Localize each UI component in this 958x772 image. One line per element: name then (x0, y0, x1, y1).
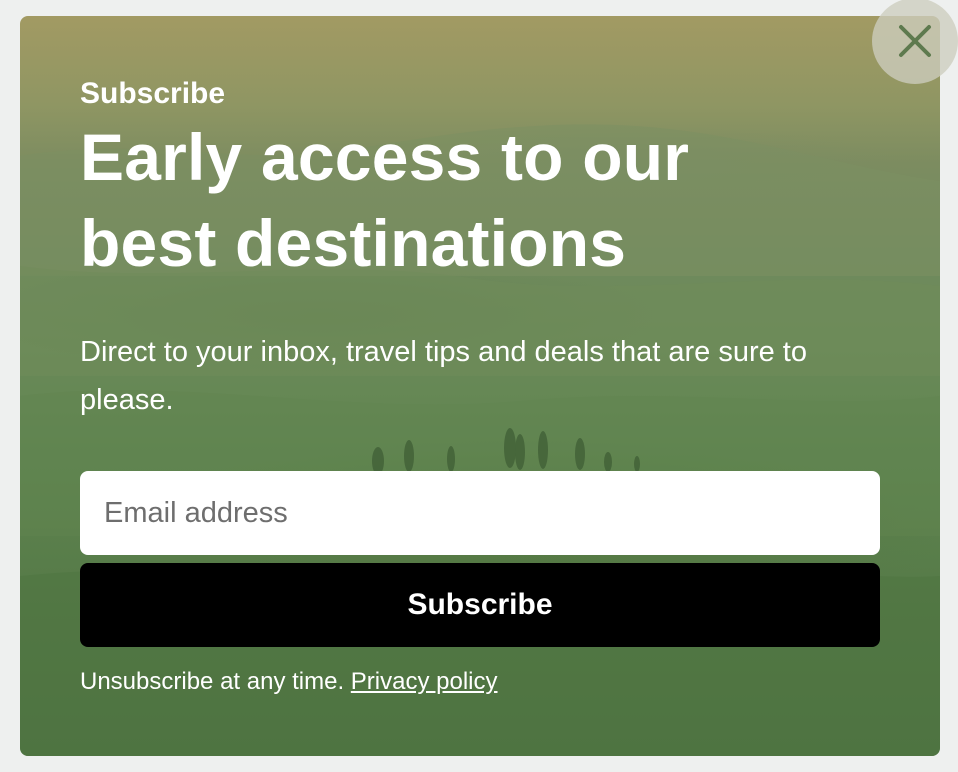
subscribe-modal: Subscribe Early access to our best desti… (20, 16, 940, 756)
popup-headline: Early access to our best destinations (80, 120, 690, 280)
eyebrow-label: Subscribe (80, 77, 226, 110)
privacy-policy-link[interactable]: Privacy policy (351, 668, 498, 695)
popup-content: Subscribe Early access to our best desti… (80, 76, 880, 424)
subscribe-button[interactable]: Subscribe (80, 563, 880, 647)
unsubscribe-note: Unsubscribe at any time. (80, 668, 345, 695)
close-button[interactable] (872, 0, 958, 84)
popup-footer: Unsubscribe at any time. Privacy policy (80, 666, 498, 698)
email-input[interactable] (80, 471, 880, 555)
close-icon (899, 25, 931, 57)
popup-description: Direct to your inbox, travel tips and de… (80, 336, 807, 416)
